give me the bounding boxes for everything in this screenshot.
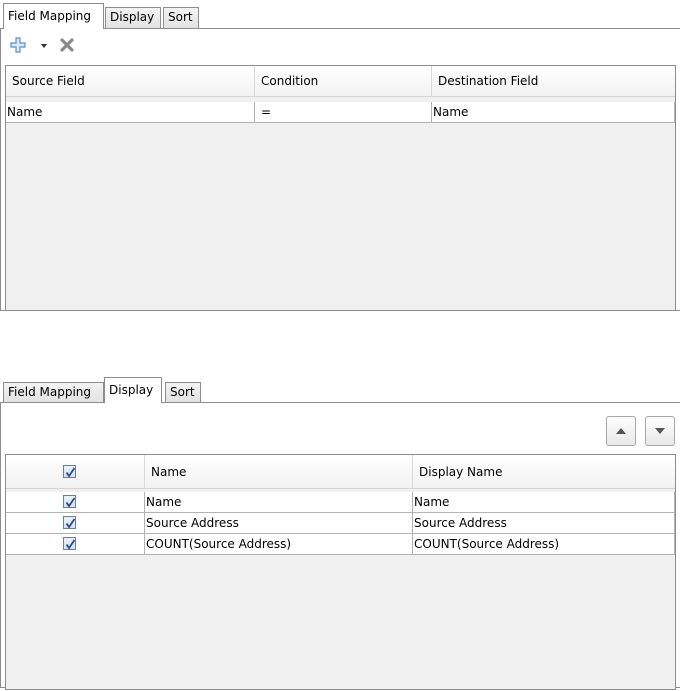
tab-strip: Field Mapping Display Sort [0, 374, 684, 403]
name-cell[interactable]: COUNT(Source Address) [145, 534, 413, 554]
table-row[interactable]: Name Name [6, 492, 675, 513]
checkmark-icon [65, 467, 76, 478]
display-name-cell[interactable]: Name [413, 492, 675, 512]
delete-mapping-button[interactable] [59, 37, 75, 55]
table-row[interactable]: COUNT(Source Address) COUNT(Source Addre… [6, 534, 675, 555]
row-checkbox-cell [6, 513, 145, 533]
checkmark-icon [65, 539, 76, 550]
tab-strip: Field Mapping Display Sort [0, 0, 684, 29]
row-checkbox-cell [6, 492, 145, 512]
source-field-cell[interactable]: Name [6, 102, 255, 122]
checkmark-icon [65, 497, 76, 508]
tab-field-mapping[interactable]: Field Mapping [3, 3, 104, 29]
chevron-down-icon [41, 44, 47, 48]
plus-icon [10, 36, 26, 56]
column-header-source-field[interactable]: Source Field [6, 66, 255, 97]
display-panel: Field Mapping Display Sort Name Display … [0, 374, 684, 691]
display-name-cell[interactable]: COUNT(Source Address) [413, 534, 675, 554]
row-checkbox[interactable] [63, 537, 76, 550]
row-checkbox[interactable] [63, 495, 76, 508]
select-all-header [6, 455, 145, 489]
column-header-display-name[interactable]: Display Name [413, 455, 675, 489]
display-columns-table: Name Display Name Name Name Source Addre… [5, 454, 676, 690]
add-mapping-dropdown[interactable] [39, 37, 49, 55]
move-up-button[interactable] [606, 416, 636, 446]
move-down-button[interactable] [645, 416, 675, 446]
row-checkbox-cell [6, 534, 145, 554]
field-mapping-panel: Field Mapping Display Sort Source Field … [0, 0, 684, 314]
name-cell[interactable]: Name [145, 492, 413, 512]
display-name-cell[interactable]: Source Address [413, 513, 675, 533]
table-header: Name Display Name [6, 455, 675, 489]
tab-display[interactable]: Display [105, 7, 161, 28]
destination-field-cell[interactable]: Name [432, 102, 675, 122]
table-row[interactable]: Source Address Source Address [6, 513, 675, 534]
field-mapping-table: Source Field Condition Destination Field… [5, 65, 676, 311]
tab-content-display: Name Display Name Name Name Source Addre… [0, 402, 680, 690]
tab-field-mapping[interactable]: Field Mapping [3, 382, 104, 403]
x-icon [60, 37, 74, 55]
column-header-name[interactable]: Name [145, 455, 413, 489]
add-mapping-button[interactable] [9, 36, 27, 56]
column-header-condition[interactable]: Condition [255, 66, 432, 97]
arrow-up-icon [616, 428, 626, 434]
row-checkbox[interactable] [63, 516, 76, 529]
condition-cell[interactable]: = [255, 102, 432, 122]
name-cell[interactable]: Source Address [145, 513, 413, 533]
checkmark-icon [65, 518, 76, 529]
select-all-checkbox[interactable] [63, 465, 76, 478]
table-header: Source Field Condition Destination Field [6, 66, 675, 97]
table-row[interactable]: Name = Name [6, 102, 675, 123]
tab-sort[interactable]: Sort [165, 382, 201, 403]
arrow-down-icon [655, 428, 665, 434]
tab-display[interactable]: Display [104, 377, 162, 403]
tab-sort[interactable]: Sort [163, 7, 199, 28]
column-header-destination-field[interactable]: Destination Field [432, 66, 675, 97]
tab-content-field-mapping: Source Field Condition Destination Field… [0, 28, 680, 311]
